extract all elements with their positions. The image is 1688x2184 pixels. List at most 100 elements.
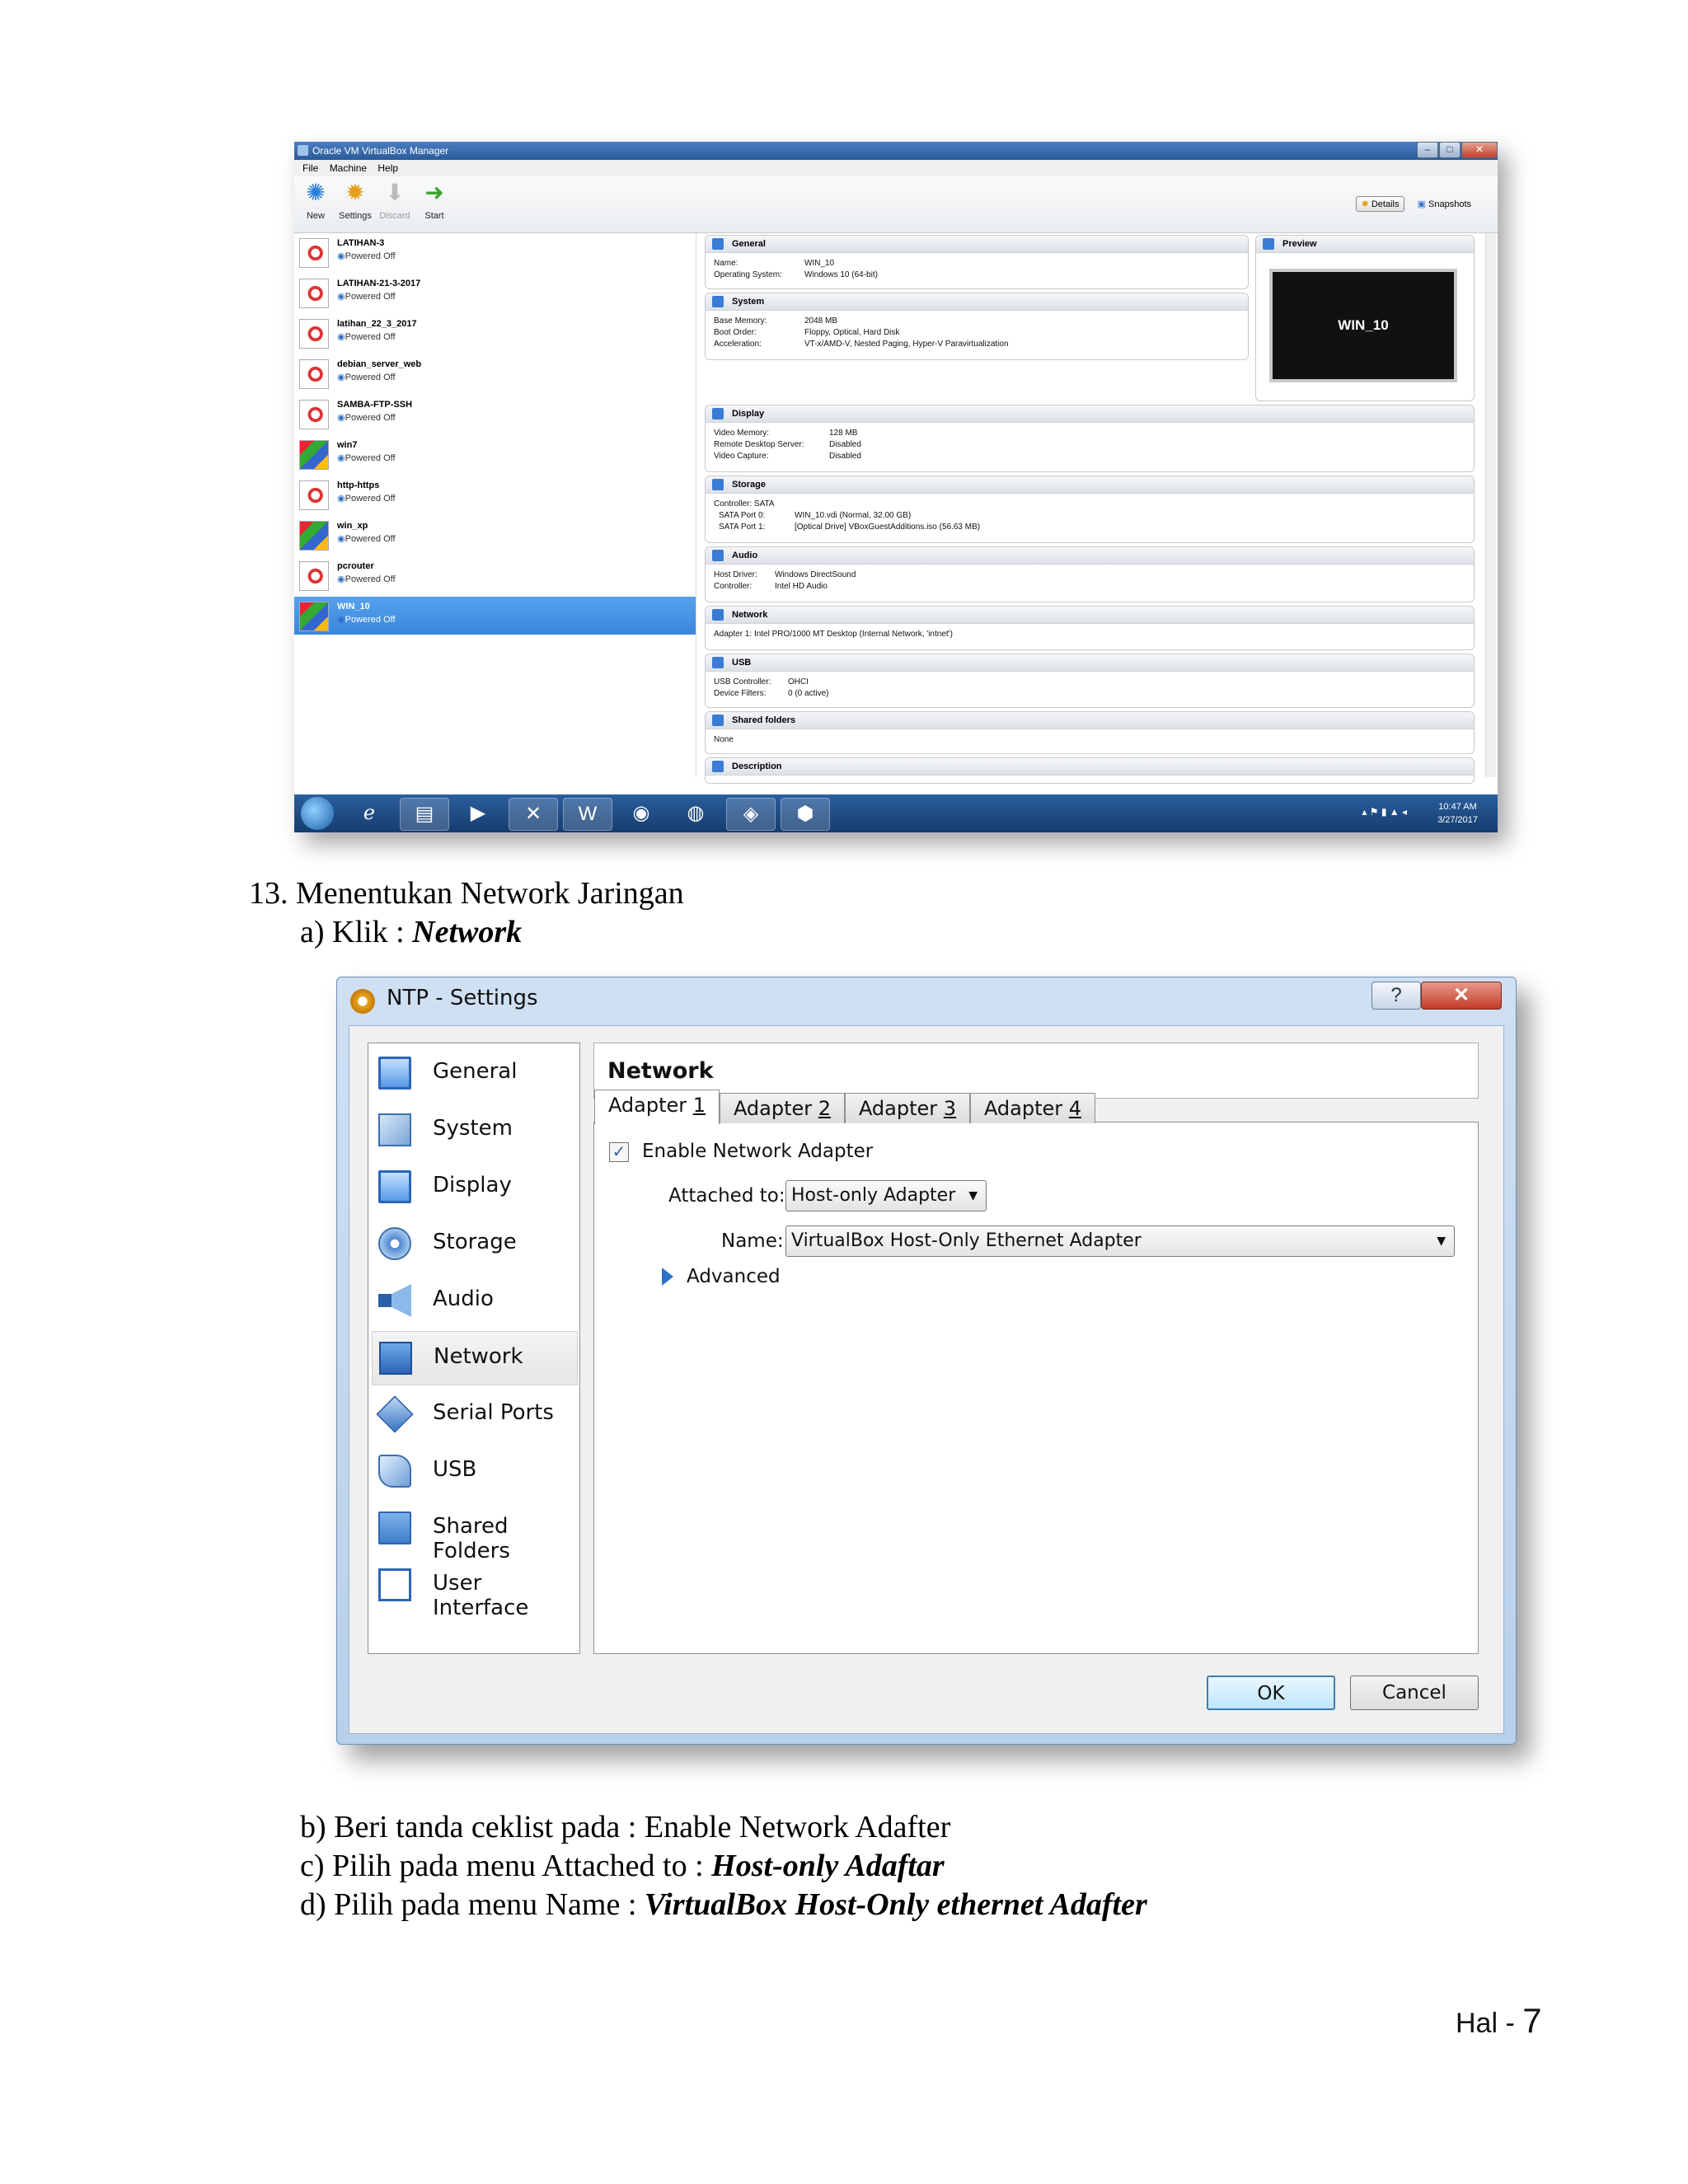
chip-icon — [378, 1113, 411, 1146]
shared-folders-section: Shared folders None — [705, 711, 1475, 754]
usb-icon — [712, 657, 724, 668]
nav-item-network[interactable]: Network — [372, 1331, 578, 1385]
virtualbox-taskbar-icon[interactable]: ⬢ — [781, 798, 830, 831]
gear-icon: ✹ — [345, 180, 365, 205]
chrome-icon[interactable]: ◉ — [617, 798, 665, 829]
maximize-icon[interactable]: □ — [1439, 142, 1461, 158]
speaker-icon — [378, 1284, 411, 1317]
tab-adapter-1[interactable]: Adapter 1 — [594, 1090, 720, 1124]
firefox-icon[interactable]: ◍ — [672, 798, 720, 829]
windows-icon — [299, 602, 329, 631]
nav-item-usb[interactable]: USB — [372, 1445, 576, 1497]
adapter-name-select[interactable]: VirtualBox Host-Only Ethernet Adapter ▼ — [785, 1226, 1455, 1257]
nav-item-shared-folders[interactable]: Shared Folders — [372, 1502, 576, 1563]
description-section: Description — [705, 757, 1475, 784]
vm-item[interactable]: LATIHAN-21-3-2017Powered Off — [294, 274, 696, 312]
disc-icon — [378, 1227, 411, 1260]
nav-item-display[interactable]: Display — [372, 1160, 576, 1213]
details-scrollbar[interactable] — [1485, 233, 1496, 777]
adapter-1-page: ✓ Enable Network Adapter Attached to: Ho… — [594, 1122, 1478, 1653]
storage-icon — [712, 479, 724, 490]
vm-item[interactable]: win7Powered Off — [294, 435, 696, 473]
windows-icon — [299, 521, 329, 551]
excel-icon[interactable]: ✕ — [509, 798, 558, 831]
minimize-icon[interactable]: – — [1417, 142, 1438, 158]
windows-icon — [299, 440, 329, 470]
vm-item[interactable]: SAMBA-FTP-SSHPowered Off — [294, 395, 696, 433]
usb-icon — [378, 1455, 411, 1488]
step-c: c) Pilih pada menu Attached to : Host-on… — [300, 1849, 945, 1883]
view-toggle: ✹ Details ▣ Snapshots — [1351, 196, 1476, 212]
storage-section: Storage Controller: SATA SATA Port 0: WIN_… — [705, 476, 1475, 543]
taskbar-clock[interactable]: 10:47 AM 3/27/2017 — [1437, 800, 1478, 827]
snapshots-button[interactable]: ▣ Snapshots — [1413, 197, 1476, 211]
nav-item-storage[interactable]: Storage — [372, 1217, 576, 1270]
menu-machine[interactable]: Machine — [330, 162, 367, 174]
virtualbox-icon — [298, 145, 308, 156]
system-tray-icons[interactable]: ▴ ⚑ ▮ ▲ ◂ — [1362, 806, 1407, 818]
explorer-icon[interactable]: ▤ — [400, 798, 449, 831]
media-player-icon[interactable]: ▶ — [454, 798, 502, 829]
nav-item-audio[interactable]: Audio — [372, 1274, 576, 1327]
cancel-button[interactable]: Cancel — [1350, 1675, 1479, 1710]
vm-details: General Name: WIN_10 Operating System: Wind… — [698, 233, 1489, 784]
general-icon — [712, 238, 724, 250]
discard-button[interactable]: ⬇ Discard — [375, 180, 415, 221]
audio-section: Audio Host Driver: Windows DirectSound Con… — [705, 546, 1475, 602]
nav-item-system[interactable]: System — [372, 1104, 576, 1156]
vm-item[interactable]: http-httpsPowered Off — [294, 476, 696, 513]
expand-triangle-icon[interactable] — [662, 1268, 673, 1286]
ie-icon[interactable]: ℯ — [345, 798, 393, 829]
audio-icon — [712, 550, 724, 561]
details-gear-icon: ✹ — [1361, 199, 1369, 209]
attached-to-label: Attached to: — [668, 1185, 785, 1207]
name-label: Name: — [721, 1230, 784, 1252]
enable-network-adapter-label: Enable Network Adapter — [642, 1141, 874, 1162]
menu-help[interactable]: Help — [377, 162, 398, 174]
preview-screen: WIN_10 — [1269, 269, 1457, 382]
ok-button[interactable]: OK — [1207, 1675, 1335, 1710]
display-section: Display Video Memory: 128 MB Remote Deskto… — [705, 405, 1475, 472]
tab-adapter-4[interactable]: Adapter 4 — [970, 1093, 1095, 1123]
vm-item[interactable]: win_xpPowered Off — [294, 516, 696, 554]
close-button[interactable]: ✕ — [1421, 982, 1502, 1010]
preview-icon — [1263, 238, 1274, 250]
attached-to-select[interactable]: Host-only Adapter ▼ — [785, 1180, 987, 1212]
step-d: d) Pilih pada menu Name : VirtualBox Hos… — [300, 1887, 1147, 1922]
details-button[interactable]: ✹ Details — [1355, 196, 1405, 212]
nav-item-serial-ports[interactable]: Serial Ports — [372, 1388, 576, 1441]
debian-icon — [299, 400, 329, 429]
pane-header: Network — [593, 1043, 1479, 1099]
help-button[interactable]: ? — [1372, 982, 1421, 1010]
vm-item[interactable]: debian_server_webPowered Off — [294, 354, 696, 392]
tab-adapter-3[interactable]: Adapter 3 — [845, 1093, 970, 1123]
settings-button[interactable]: ✹ Settings — [335, 180, 375, 221]
menu-file[interactable]: File — [302, 162, 318, 174]
vm-item[interactable]: latihan_22_3_2017Powered Off — [294, 314, 696, 352]
enable-network-adapter-checkbox[interactable]: ✓ — [609, 1142, 629, 1162]
tab-adapter-2[interactable]: Adapter 2 — [720, 1093, 845, 1123]
advanced-toggle[interactable]: Advanced — [687, 1266, 781, 1287]
nav-item-general[interactable]: General — [372, 1047, 576, 1099]
new-button[interactable]: ✺ New — [296, 180, 335, 221]
gear-icon — [350, 989, 375, 1014]
app-icon[interactable]: ◈ — [726, 798, 776, 831]
network-icon — [712, 609, 724, 621]
vm-item-selected[interactable]: WIN_10Powered Off — [294, 597, 696, 635]
start-button[interactable]: ➜ Start — [415, 180, 454, 221]
chevron-down-icon: ▼ — [1437, 1235, 1446, 1248]
display-icon — [378, 1170, 411, 1203]
start-orb-icon[interactable] — [301, 797, 334, 830]
vm-item[interactable]: pcrouterPowered Off — [294, 556, 696, 594]
menu-bar: File Machine Help — [294, 160, 1498, 176]
ntp-settings-dialog: NTP - Settings ? ✕ General System Displa… — [336, 977, 1517, 1745]
debian-icon — [299, 480, 329, 510]
close-icon[interactable]: ✕ — [1461, 142, 1498, 158]
adapter-tab-pane: Adapter 1 Adapter 2 Adapter 3 Adapter 4 … — [593, 1090, 1479, 1654]
word-icon[interactable]: W — [563, 798, 612, 831]
step-b: b) Beri tanda ceklist pada : Enable Netw… — [300, 1810, 951, 1844]
monitor-icon — [378, 1057, 411, 1090]
usb-section: USB USB Controller: OHCI Device Filters: 0 … — [705, 654, 1475, 708]
vm-item[interactable]: LATIHAN-3Powered Off — [294, 233, 696, 271]
nav-item-user-interface[interactable]: User Interface — [372, 1558, 576, 1620]
